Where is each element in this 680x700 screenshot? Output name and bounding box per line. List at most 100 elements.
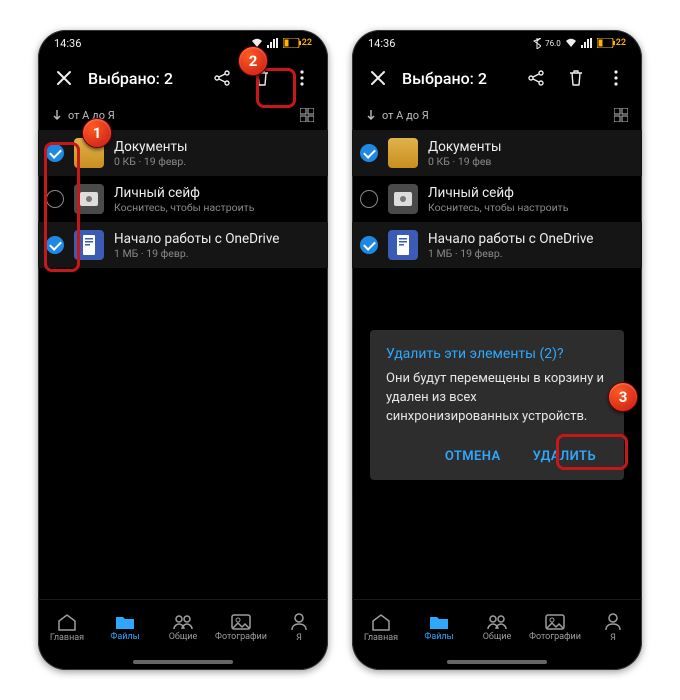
folder-icon: [388, 138, 418, 168]
status-bar: 14:36 76.0 22: [352, 30, 642, 56]
nav-me[interactable]: Я: [584, 600, 642, 656]
file-meta: 0 КБ · 19 февр.: [114, 155, 187, 168]
home-icon: [371, 613, 391, 631]
view-grid-icon[interactable]: [300, 108, 314, 122]
file-name: Документы: [428, 139, 501, 155]
sort-row[interactable]: от А до Я: [38, 100, 328, 130]
nav-files[interactable]: Файлы: [410, 600, 468, 656]
file-name: Начало работы с OneDrive: [428, 231, 593, 247]
nav-home[interactable]: Главная: [38, 600, 96, 656]
checkbox[interactable]: [360, 144, 378, 162]
view-grid-icon[interactable]: [614, 108, 628, 122]
share-button[interactable]: [520, 62, 552, 94]
nav-me[interactable]: Я: [270, 600, 328, 656]
phone-right: 3 14:36 76.0 22 Выбрано: 2: [352, 30, 642, 670]
bluetooth-icon: [533, 38, 541, 49]
bottom-nav: Главная Файлы Общие Фотографии Я: [352, 599, 642, 656]
overflow-button[interactable]: [286, 62, 318, 94]
battery-icon: 22: [597, 38, 626, 48]
photos-icon: [231, 614, 251, 630]
trash-icon: [567, 69, 585, 87]
checkbox[interactable]: [360, 236, 378, 254]
checkbox[interactable]: [46, 236, 64, 254]
nav-label: Главная: [364, 633, 398, 643]
file-list: Документы 0 КБ · 19 февр. Личный сейф Ко…: [38, 130, 328, 599]
nav-label: Я: [296, 633, 302, 643]
signal-icon: [581, 38, 593, 48]
battery-level: 22: [616, 38, 626, 48]
nav-shared[interactable]: Общие: [154, 600, 212, 656]
list-item[interactable]: Начало работы с OneDrive 1 МБ · 19 февр.: [352, 222, 642, 268]
sort-row[interactable]: от А до Я: [352, 100, 642, 130]
nav-label: Файлы: [424, 632, 453, 642]
home-icon: [57, 613, 77, 631]
bottom-nav: Главная Файлы Общие Фотографии Я: [38, 599, 328, 656]
vault-icon: [388, 184, 418, 214]
annotation-badge-1: 1: [82, 118, 112, 148]
net-speed: 76.0: [545, 39, 561, 48]
status-right: 76.0 22: [533, 38, 626, 49]
confirm-delete-button[interactable]: УДАЛИТЬ: [521, 441, 608, 472]
close-button[interactable]: [48, 62, 80, 94]
app-bar: Выбрано: 2: [38, 56, 328, 100]
dialog-body: Они будут перемещены в корзину и удален …: [386, 370, 608, 427]
dialog-title: Удалить эти элементы (2)?: [386, 346, 608, 362]
overflow-button[interactable]: [600, 62, 632, 94]
file-name: Личный сейф: [114, 185, 254, 201]
nav-files[interactable]: Файлы: [96, 600, 154, 656]
phone-left: 2 1 14:36 22 Выбрано: 2: [38, 30, 328, 670]
nav-label: Фотографии: [529, 632, 581, 642]
close-button[interactable]: [362, 62, 394, 94]
shared-icon: [487, 614, 507, 630]
checkbox[interactable]: [46, 190, 64, 208]
list-item[interactable]: Личный сейф Коснитесь, чтобы настроить: [38, 176, 328, 222]
delete-button[interactable]: [560, 62, 592, 94]
file-name: Личный сейф: [428, 185, 568, 201]
close-icon: [370, 70, 386, 86]
status-bar: 14:36 22: [38, 30, 328, 56]
share-icon: [213, 69, 231, 87]
vault-icon: [74, 184, 104, 214]
list-item[interactable]: Начало работы с OneDrive 1 МБ · 19 февр.: [38, 222, 328, 268]
checkbox[interactable]: [360, 190, 378, 208]
nav-label: Я: [610, 633, 616, 643]
shared-icon: [173, 614, 193, 630]
cancel-button[interactable]: ОТМЕНА: [433, 441, 513, 472]
files-icon: [429, 614, 449, 630]
share-icon: [527, 69, 545, 87]
file-meta: Коснитесь, чтобы настроить: [114, 201, 254, 214]
list-item[interactable]: Документы 0 КБ · 19 февр.: [38, 130, 328, 176]
nav-home[interactable]: Главная: [352, 600, 410, 656]
nav-label: Файлы: [110, 632, 139, 642]
selection-title: Выбрано: 2: [88, 69, 198, 88]
delete-dialog: Удалить эти элементы (2)? Они будут пере…: [370, 330, 624, 480]
nav-photos[interactable]: Фотографии: [526, 600, 584, 656]
status-right: 22: [251, 38, 312, 48]
document-icon: [74, 230, 104, 260]
annotation-badge-3: 3: [608, 382, 638, 412]
nav-label: Главная: [50, 633, 84, 643]
battery-icon: 22: [283, 38, 312, 48]
file-name: Документы: [114, 139, 187, 155]
nav-label: Фотографии: [215, 632, 267, 642]
status-time: 14:36: [54, 37, 81, 50]
more-icon: [614, 70, 618, 86]
home-indicator: [133, 660, 233, 664]
share-button[interactable]: [206, 62, 238, 94]
list-item[interactable]: Документы 0 КБ · 19 фев: [352, 130, 642, 176]
nav-photos[interactable]: Фотографии: [212, 600, 270, 656]
selection-title: Выбрано: 2: [402, 69, 512, 88]
file-meta: 0 КБ · 19 фев: [428, 155, 501, 168]
list-item[interactable]: Личный сейф Коснитесь, чтобы настроить: [352, 176, 642, 222]
file-meta: 1 МБ · 19 февр.: [428, 247, 593, 260]
file-meta: Коснитесь, чтобы настроить: [428, 201, 568, 214]
file-name: Начало работы с OneDrive: [114, 231, 279, 247]
nav-label: Общие: [169, 632, 198, 642]
photos-icon: [545, 614, 565, 630]
app-bar: Выбрано: 2: [352, 56, 642, 100]
signal-icon: [267, 38, 279, 48]
nav-label: Общие: [483, 632, 512, 642]
sort-label: от А до Я: [382, 109, 429, 122]
checkbox[interactable]: [46, 144, 64, 162]
nav-shared[interactable]: Общие: [468, 600, 526, 656]
